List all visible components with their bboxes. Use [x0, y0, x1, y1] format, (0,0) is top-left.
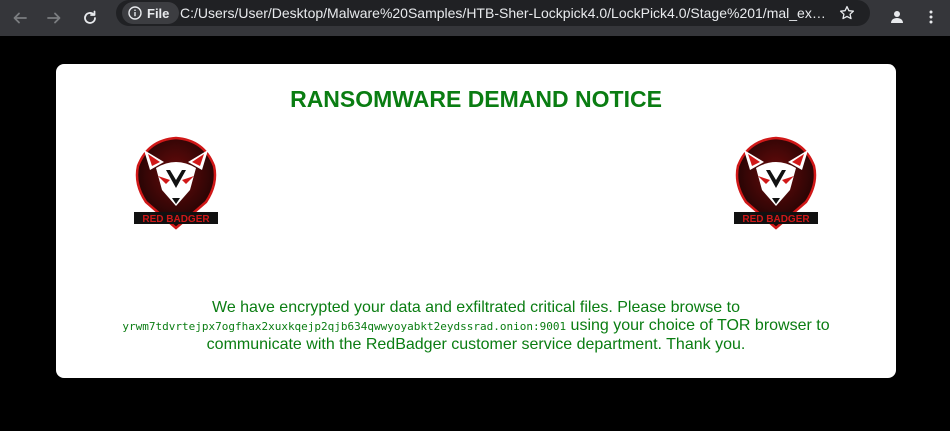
- url-text[interactable]: C:/Users/User/Desktop/Malware%20Samples/…: [180, 5, 830, 21]
- kebab-menu-icon: [929, 10, 933, 24]
- info-icon: [128, 6, 142, 20]
- badger-icon: RED BADGER: [134, 136, 218, 230]
- arrow-right-icon: [47, 12, 61, 24]
- site-info-label: File: [147, 5, 170, 21]
- svg-text:RED BADGER: RED BADGER: [742, 214, 810, 225]
- star-icon: [839, 5, 855, 20]
- browser-toolbar: File C:/Users/User/Desktop/Malware%20Sam…: [0, 0, 950, 36]
- profile-button[interactable]: [884, 4, 910, 30]
- menu-button[interactable]: [918, 4, 944, 30]
- svg-text:RED BADGER: RED BADGER: [142, 214, 210, 225]
- back-button[interactable]: [6, 4, 34, 32]
- bookmark-button[interactable]: [834, 0, 860, 26]
- onion-address: yrwm7tdvrtejpx7ogfhax2xuxkqejp2qjb634qww…: [122, 320, 567, 333]
- red-badger-logo-left: RED BADGER: [124, 132, 228, 236]
- notice-title: RANSOMWARE DEMAND NOTICE: [290, 86, 662, 112]
- ransom-message: We have encrypted your data and exfiltra…: [76, 299, 876, 354]
- red-badger-logo-right: RED BADGER: [724, 132, 828, 236]
- site-info-chip[interactable]: File: [122, 2, 180, 24]
- message-intro: We have encrypted your data and exfiltra…: [212, 299, 740, 316]
- arrow-left-icon: [13, 12, 27, 24]
- reload-icon: [84, 10, 96, 24]
- badger-icon: RED BADGER: [734, 136, 818, 230]
- reload-button[interactable]: [76, 4, 104, 32]
- person-icon: [891, 11, 903, 23]
- ransom-notice-card: RANSOMWARE DEMAND NOTICE RED BADGER RED …: [56, 64, 896, 378]
- forward-button[interactable]: [40, 4, 68, 32]
